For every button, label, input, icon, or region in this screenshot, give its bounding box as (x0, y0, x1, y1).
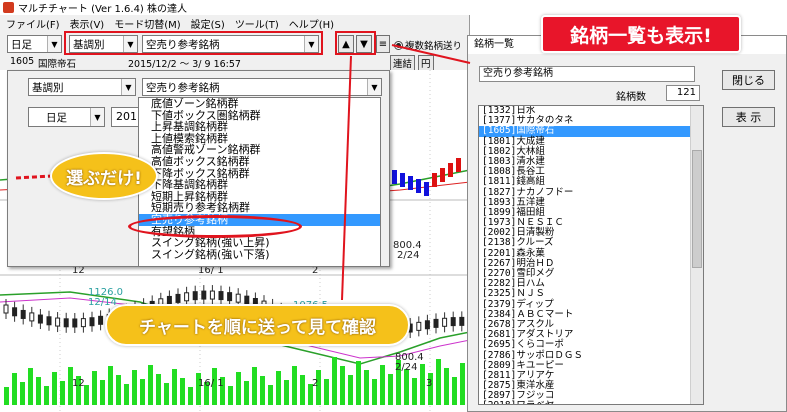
callout-just-choose-text: 選ぶだけ! (66, 168, 142, 189)
callout-list-also: 銘柄一覧も表示! (541, 15, 741, 53)
callout-send-chart: チャートを順に送って見て確認 (105, 304, 410, 346)
line-to-choose-callout (15, 174, 53, 180)
callout-just-choose: 選ぶだけ! (50, 152, 158, 200)
screenshot-stage: マルチチャート (Ver 1.6.4) 株の達人 ファイル(F) 表示(V) モ… (0, 0, 787, 412)
line-to-list-window (391, 44, 471, 64)
callout-list-also-text: 銘柄一覧も表示! (570, 24, 712, 47)
annotation-lines (15, 44, 471, 301)
line-to-send-callout (341, 55, 352, 301)
callout-send-chart-text: チャートを順に送って見て確認 (139, 317, 376, 338)
